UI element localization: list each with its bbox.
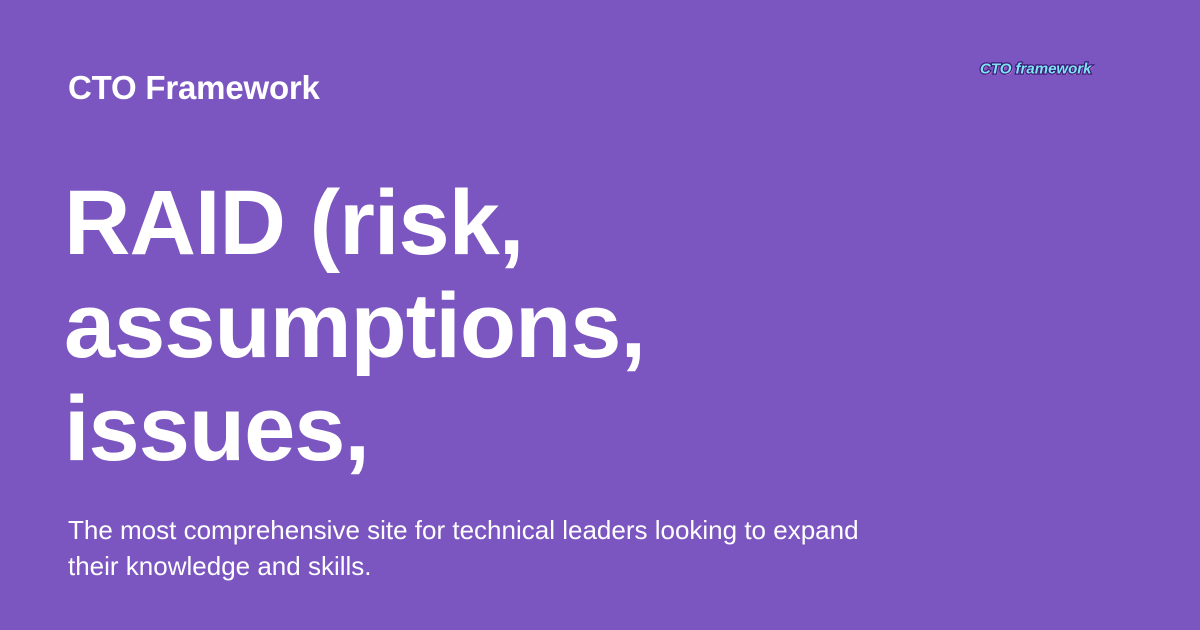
site-tagline: The most comprehensive site for technica… [68,515,859,581]
svg-text:CTO framework: CTO framework [980,61,1092,78]
cto-framework-logo-icon: CTO framework CTO framework CTO framewor… [978,58,1110,80]
social-card: CTO Framework CTO framework CTO framewor… [0,0,1200,630]
headline-line: RAID (risk, [64,172,524,274]
page-headline: RAID (risk, assumptions, issues, [64,172,824,481]
headline-line: assumptions, [64,275,646,377]
site-name: CTO Framework [68,69,320,106]
headline-line: issues, [64,378,370,480]
